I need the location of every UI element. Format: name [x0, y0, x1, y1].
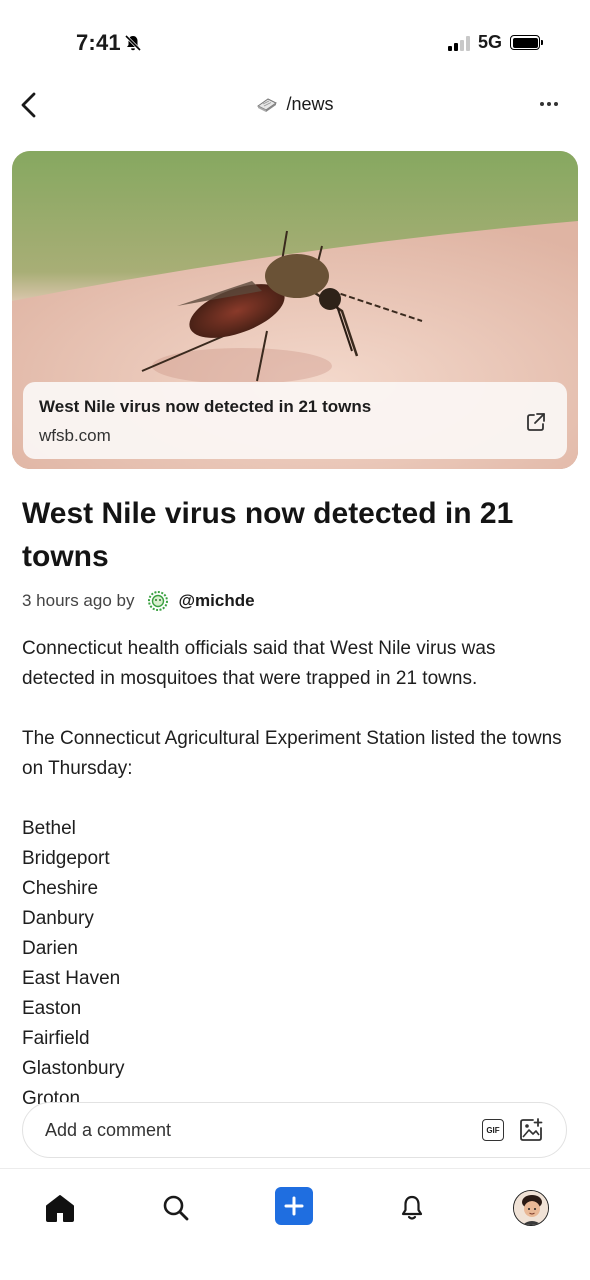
town-list-item: Cheshire [22, 878, 99, 899]
tab-notifications[interactable] [392, 1188, 432, 1228]
post-body-viewport: Connecticut health officials said that W… [0, 0, 590, 1170]
user-avatar-image [514, 1191, 548, 1225]
town-list-item: Fairfield [22, 1028, 90, 1049]
comment-input[interactable]: Add a comment GIF [22, 1102, 567, 1158]
town-list-item: Danbury [22, 908, 94, 929]
tab-search[interactable] [156, 1188, 196, 1228]
gif-button[interactable]: GIF [482, 1119, 504, 1141]
add-image-icon[interactable] [518, 1117, 544, 1143]
town-list-item: Bridgeport [22, 848, 110, 869]
post-body: Connecticut health officials said that W… [22, 634, 568, 1114]
home-icon [46, 1195, 74, 1222]
town-list-item: East Haven [22, 968, 121, 989]
gif-icon: GIF [486, 1125, 500, 1135]
town-list-item: Easton [22, 998, 82, 1019]
body-paragraph: The Connecticut Agricultural Experiment … [22, 728, 562, 779]
tab-create-post[interactable] [275, 1187, 313, 1225]
comment-placeholder: Add a comment [45, 1120, 172, 1140]
body-paragraph: Connecticut health officials said that W… [22, 638, 496, 689]
bottom-tab-bar [0, 1168, 590, 1280]
bell-icon [401, 1195, 423, 1220]
tab-profile[interactable] [511, 1188, 551, 1228]
town-list-item: Glastonbury [22, 1058, 125, 1079]
town-list-item: Darien [22, 938, 78, 959]
plus-icon [284, 1196, 304, 1216]
town-list-item: Bethel [22, 818, 76, 839]
avatar [513, 1190, 549, 1226]
search-icon [163, 1195, 189, 1221]
tab-home[interactable] [40, 1188, 80, 1228]
